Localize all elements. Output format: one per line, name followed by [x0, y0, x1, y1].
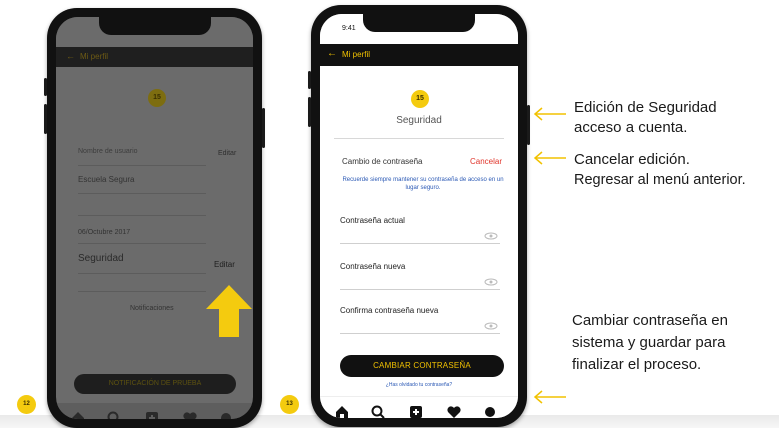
callout-security-line1: Edición de Seguridad: [574, 99, 717, 116]
add-icon[interactable]: [144, 410, 160, 419]
heart-icon[interactable]: [182, 410, 198, 419]
home-icon[interactable]: [334, 404, 350, 418]
phone-right-volume-down: [308, 97, 311, 127]
phone-right-power: [527, 105, 530, 145]
profile-icon[interactable]: [218, 410, 234, 419]
divider: [78, 165, 206, 166]
new-password-input[interactable]: [340, 275, 500, 290]
status-time: 9:41: [342, 25, 356, 32]
phone-left-volume-up: [44, 78, 47, 96]
top-bar: ← Mi perfil: [56, 47, 253, 67]
divider: [78, 215, 206, 216]
bottom-tab-bar: [56, 403, 253, 419]
phone-left-power: [262, 108, 265, 148]
change-password-button[interactable]: CAMBIAR CONTRASEÑA: [340, 355, 504, 377]
divider: [334, 138, 504, 139]
info-text: Recuerde siempre mantener su contraseña …: [342, 177, 504, 191]
eye-icon[interactable]: [484, 322, 498, 330]
phone-left-volume-down: [44, 104, 47, 134]
callout-arrow-icon: [533, 151, 566, 165]
divider: [78, 273, 206, 274]
cancel-button[interactable]: Cancelar: [470, 157, 502, 166]
test-notification-button[interactable]: NOTIFICACIÓN DE PRUEBA: [74, 374, 236, 394]
username-value: Escuela Segura: [78, 175, 135, 184]
add-icon[interactable]: [408, 404, 424, 418]
edit-security-button[interactable]: Editar: [214, 260, 235, 269]
step-badge-left: 12: [17, 395, 36, 414]
current-password-label: Contraseña actual: [340, 216, 405, 225]
page-title: Mi perfil: [80, 52, 109, 61]
search-icon[interactable]: [106, 410, 122, 419]
confirm-password-label: Confirma contraseña nueva: [340, 306, 439, 315]
search-icon[interactable]: [370, 404, 386, 418]
security-label: Seguridad: [78, 253, 124, 264]
divider: [78, 291, 206, 292]
callout-cancel-line2: Regresar al menú anterior.: [574, 172, 746, 188]
page-title: Mi perfil: [342, 50, 371, 59]
notifications-label: Notificaciones: [130, 305, 174, 312]
section-title: Seguridad: [396, 115, 442, 126]
change-password-label: Cambio de contraseña: [342, 157, 423, 166]
callout-change-line2: sistema y guardar para: [572, 334, 726, 351]
phone-right-volume-up: [308, 71, 311, 89]
callout-cancel-line1: Cancelar edición.: [574, 151, 690, 168]
eye-icon[interactable]: [484, 278, 498, 286]
callout-arrow-icon: [533, 390, 566, 404]
top-bar: ← Mi perfil: [320, 44, 518, 66]
callout-security-line2: acceso a cuenta.: [574, 119, 688, 136]
bottom-tab-bar: [320, 396, 518, 418]
notch: [98, 17, 211, 35]
step-number-badge: 15: [148, 89, 166, 107]
notch: [363, 14, 475, 32]
home-icon[interactable]: [70, 410, 86, 419]
step-number-badge: 15: [411, 90, 429, 108]
callout-arrow-icon: [533, 107, 566, 121]
heart-icon[interactable]: [446, 404, 462, 418]
username-label: Nombre de usuario: [78, 148, 138, 155]
divider: [78, 243, 206, 244]
arrow-left-icon[interactable]: ←: [66, 51, 75, 61]
eye-icon[interactable]: [484, 232, 498, 240]
forgot-password-link[interactable]: ¿Has olvidado tu contraseña?: [320, 382, 518, 388]
arrow-left-icon[interactable]: ←: [327, 48, 337, 59]
callout-change-line3: finalizar el proceso.: [572, 356, 702, 373]
current-password-input[interactable]: [340, 229, 500, 244]
profile-icon[interactable]: [482, 404, 498, 418]
phone-left: ← Mi perfil 15 Nombre de usuario Editar …: [44, 8, 265, 428]
callout-change-line1: Cambiar contraseña en: [572, 312, 728, 329]
date-value: 06/Octubre 2017: [78, 229, 131, 236]
arrow-up-icon: [206, 285, 252, 337]
new-password-label: Contraseña nueva: [340, 262, 406, 271]
phone-right: 9:41 ← Mi perfil 15 Seguridad Cambio de …: [308, 5, 530, 427]
confirm-password-input[interactable]: [340, 319, 500, 334]
step-badge-right: 13: [280, 395, 299, 414]
edit-username-button[interactable]: Editar: [218, 150, 236, 157]
phone-left-screen: ← Mi perfil 15 Nombre de usuario Editar …: [56, 17, 253, 419]
divider: [78, 193, 206, 194]
phone-right-screen: 9:41 ← Mi perfil 15 Seguridad Cambio de …: [320, 14, 518, 418]
